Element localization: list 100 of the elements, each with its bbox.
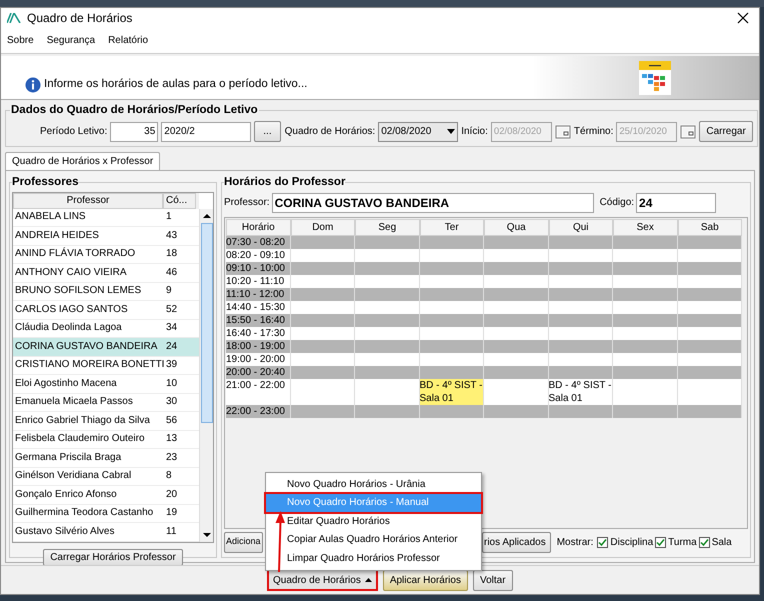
class-entry[interactable]: BD - 4º SIST - Sala 01 <box>420 378 484 404</box>
period-field[interactable]: 2020/2 <box>161 122 252 142</box>
column-header[interactable]: Qui <box>548 218 613 236</box>
schedule-cell[interactable] <box>290 404 355 418</box>
professor-row[interactable]: Ginélson Veridiana Cabral 8 <box>13 468 199 486</box>
schedule-cell[interactable] <box>548 340 613 352</box>
calendar-icon[interactable] <box>680 124 696 140</box>
schedule-cell[interactable] <box>678 366 742 378</box>
schedule-cell[interactable] <box>355 326 420 340</box>
checkbox[interactable] <box>655 536 666 548</box>
column-header[interactable]: Professor <box>13 192 163 208</box>
load-professor-button[interactable]: Carregar Horários Professor <box>43 548 183 566</box>
schedule-cell[interactable] <box>613 236 678 248</box>
column-header[interactable]: Horário <box>226 218 290 236</box>
scrollbar[interactable] <box>199 208 213 542</box>
column-header[interactable]: Qua <box>484 218 548 236</box>
schedule-cell[interactable] <box>355 352 420 366</box>
close-icon[interactable] <box>737 12 749 24</box>
professor-field[interactable]: CORINA GUSTAVO BANDEIRA <box>272 192 594 212</box>
professor-row[interactable]: Gustavo Silvério Alves 11 <box>13 523 199 542</box>
schedule-cell[interactable] <box>290 300 355 314</box>
schedule-cell[interactable] <box>355 366 420 378</box>
professor-row[interactable]: ANIND FLÁVIA TORRADO 18 <box>13 246 199 264</box>
schedule-cell[interactable] <box>678 404 742 418</box>
column-header[interactable]: Dom <box>290 218 355 236</box>
schedule-cell[interactable] <box>613 404 678 418</box>
schedule-cell[interactable] <box>613 326 678 340</box>
schedule-cell[interactable] <box>613 300 678 314</box>
schedule-cell[interactable] <box>613 248 678 262</box>
schedule-cell[interactable] <box>420 366 484 378</box>
schedule-cell[interactable] <box>290 366 355 378</box>
column-header[interactable]: Sex <box>613 218 678 236</box>
class-entry[interactable]: BD - 4º SIST - Sala 01 <box>548 378 613 404</box>
menu-item[interactable]: Segurança <box>44 33 98 48</box>
schedule-cell[interactable] <box>290 340 355 352</box>
schedule-cell[interactable] <box>420 340 484 352</box>
schedule-cell[interactable] <box>548 248 613 262</box>
professor-row[interactable]: CORINA GUSTAVO BANDEIRA 24 <box>13 338 199 356</box>
schedule-cell[interactable] <box>355 340 420 352</box>
professor-row[interactable]: CARLOS IAGO SANTOS 52 <box>13 301 199 320</box>
schedule-cell[interactable] <box>678 352 742 366</box>
schedule-cell[interactable] <box>290 378 355 404</box>
schedule-cell[interactable] <box>355 236 420 248</box>
schedule-cell[interactable] <box>420 248 484 262</box>
schedule-cell[interactable] <box>484 288 548 300</box>
professor-row[interactable]: Gonçalo Enrico Afonso 20 <box>13 486 199 504</box>
schedule-cell[interactable] <box>420 314 484 326</box>
schedule-cell[interactable] <box>613 366 678 378</box>
column-header[interactable]: Ter <box>420 218 484 236</box>
schedule-cell[interactable] <box>420 288 484 300</box>
schedule-cell[interactable] <box>355 378 420 404</box>
schedule-cell[interactable] <box>678 236 742 248</box>
schedule-cell[interactable] <box>613 314 678 326</box>
schedule-cell[interactable] <box>484 274 548 288</box>
schedule-cell[interactable] <box>678 378 742 404</box>
professor-row[interactable]: Eloi Agostinho Macena 10 <box>13 375 199 394</box>
professor-row[interactable]: Guilhermina Teodora Castanho 19 <box>13 504 199 523</box>
schedule-cell[interactable] <box>290 352 355 366</box>
checkbox[interactable] <box>597 536 608 548</box>
schedule-cell[interactable] <box>678 340 742 352</box>
schedule-cell[interactable] <box>548 352 613 366</box>
professor-row[interactable]: BRUNO SOFILSON LEMES 9 <box>13 282 199 301</box>
professor-row[interactable]: Emanuela Micaela Passos 30 <box>13 394 199 412</box>
schedule-cell[interactable] <box>678 326 742 340</box>
schedule-cell[interactable] <box>484 300 548 314</box>
schedule-cell[interactable] <box>484 314 548 326</box>
schedule-cell[interactable] <box>420 352 484 366</box>
schedule-cell[interactable] <box>548 236 613 248</box>
schedule-cell[interactable] <box>355 300 420 314</box>
schedule-cell[interactable] <box>290 248 355 262</box>
schedule-cell[interactable] <box>548 300 613 314</box>
popup-menu-item[interactable]: Editar Quadro Horários <box>266 512 481 530</box>
schedule-cell[interactable] <box>355 248 420 262</box>
schedule-cell[interactable] <box>420 262 484 274</box>
checkbox[interactable] <box>698 536 710 548</box>
schedule-cell[interactable] <box>484 326 548 340</box>
schedule-cell[interactable] <box>548 274 613 288</box>
schedule-cell[interactable] <box>290 314 355 326</box>
menu-item[interactable]: Relatório <box>106 33 150 48</box>
column-header[interactable]: Sab <box>678 218 742 236</box>
schedule-cell[interactable] <box>548 288 613 300</box>
browse-button[interactable]: ... <box>254 121 281 142</box>
schedule-cell[interactable] <box>678 274 742 288</box>
schedule-cell[interactable] <box>420 236 484 248</box>
schedule-cell[interactable] <box>355 314 420 326</box>
add-button[interactable]: Adiciona <box>224 532 263 552</box>
schedule-cell[interactable] <box>420 326 484 340</box>
schedule-cell[interactable] <box>420 274 484 288</box>
schedule-cell[interactable] <box>613 262 678 274</box>
professor-row[interactable]: CRISTIANO MOREIRA BONETTI 39 <box>13 356 199 375</box>
schedule-dropdown[interactable]: 02/08/2020 <box>378 122 458 142</box>
schedule-cell[interactable] <box>290 236 355 248</box>
tab[interactable]: Quadro de Horários x Professor <box>5 152 160 170</box>
schedule-cell[interactable] <box>678 288 742 300</box>
schedule-menu-button[interactable]: Quadro de Horários <box>267 569 378 591</box>
schedule-cell[interactable] <box>290 274 355 288</box>
schedule-cell[interactable] <box>613 352 678 366</box>
column-header[interactable]: Seg <box>355 218 420 236</box>
schedule-cell[interactable] <box>290 288 355 300</box>
professor-row[interactable]: Germana Priscila Braga 23 <box>13 449 199 468</box>
